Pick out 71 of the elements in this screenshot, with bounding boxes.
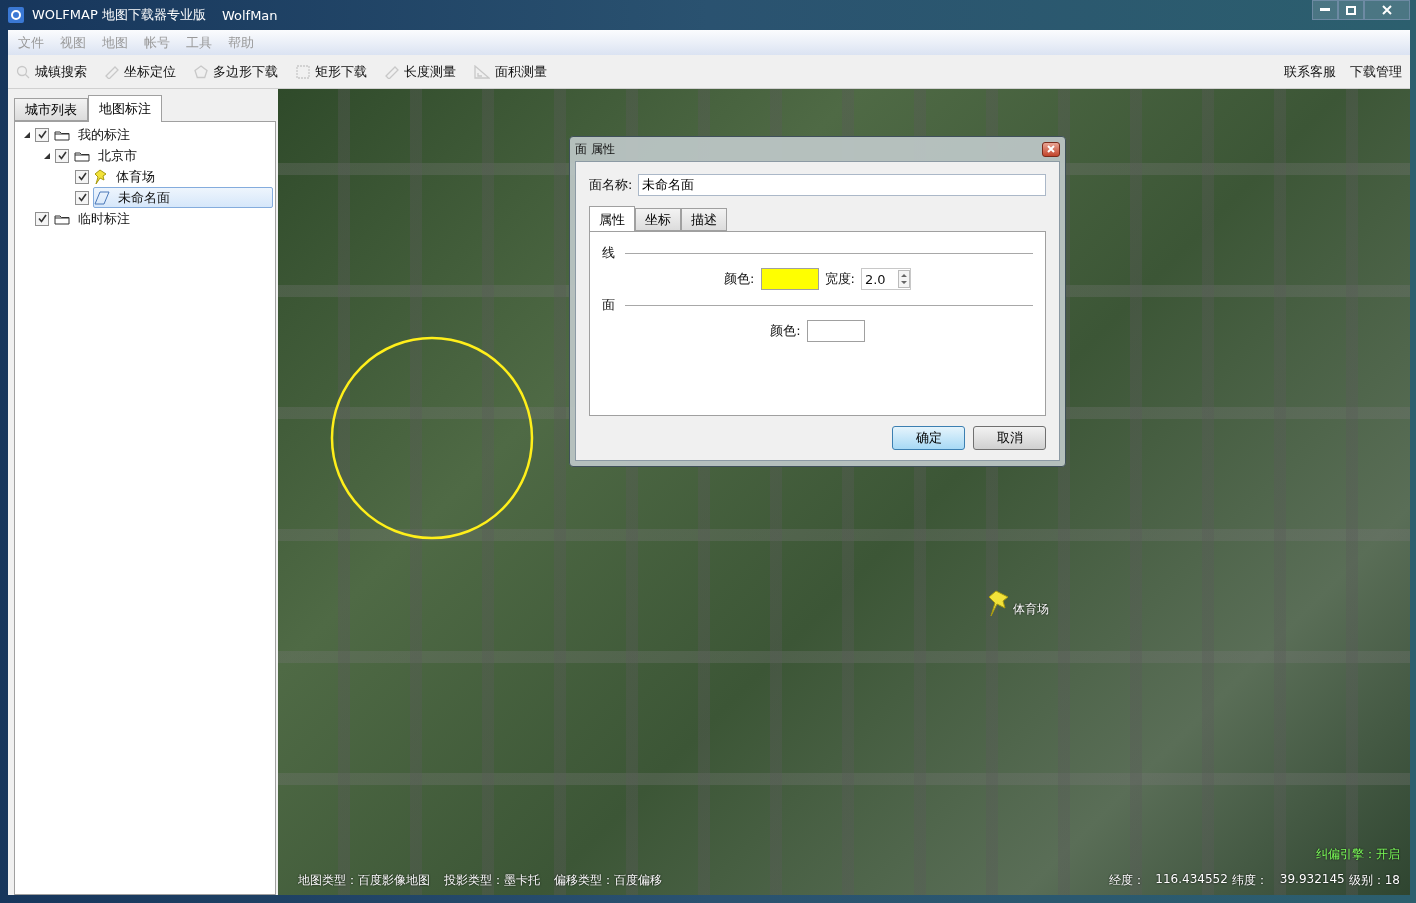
color-swatch[interactable] (806, 320, 865, 342)
checkbox[interactable] (35, 211, 49, 226)
checkbox[interactable] (55, 148, 69, 163)
checkbox[interactable] (75, 169, 89, 184)
tab[interactable]: 城市列表 (14, 98, 88, 121)
rectangle-icon (296, 64, 310, 79)
status-text: 级别：18 (1348, 872, 1400, 889)
folder-icon (74, 149, 90, 162)
section-title: 线 (602, 244, 615, 262)
cancel-button[interactable]: 取消 (973, 426, 1046, 450)
tree-item[interactable]: 体育场 (93, 166, 273, 187)
ok-button[interactable]: 确定 (892, 426, 965, 450)
status-text: 偏移类型：百度偏移 (554, 872, 662, 889)
toolbar-button[interactable]: 城镇搜索 (16, 62, 87, 81)
tree-item[interactable]: 未命名面 (93, 187, 273, 208)
engine-status: 纠偏引擎：开启 (1316, 846, 1400, 863)
field-label: 宽度: (824, 270, 855, 288)
ruler-icon (385, 64, 399, 79)
toolbar-button[interactable]: 矩形下载 (296, 62, 367, 81)
user-name: WolfMan (221, 7, 278, 23)
minimize-button[interactable] (1312, 0, 1338, 20)
field-label: 颜色: (724, 270, 755, 288)
toolbar-button[interactable]: 长度测量 (385, 62, 456, 81)
expand-arrow-icon[interactable] (23, 130, 31, 139)
pentagon-icon (194, 64, 208, 79)
color-swatch[interactable] (760, 268, 819, 290)
ruler-icon (105, 64, 119, 79)
folder-icon (54, 212, 70, 225)
spin-arrows-icon[interactable] (897, 270, 910, 288)
search-icon (16, 64, 30, 79)
close-icon (1047, 145, 1055, 153)
status-text: 116.434552 (1155, 872, 1228, 888)
dialog-title: 面 属性 (575, 140, 615, 158)
status-text: 地图类型：百度影像地图 (298, 872, 430, 889)
toolbar-button[interactable]: 联系客服 (1284, 62, 1336, 81)
close-icon (1382, 5, 1392, 15)
section-title: 面 (602, 296, 615, 314)
width-spinbox[interactable]: 2.0 (860, 268, 911, 290)
tab[interactable]: 地图标注 (88, 95, 162, 122)
close-button[interactable] (1042, 141, 1060, 157)
tree-item[interactable]: 临时标注 (53, 208, 273, 229)
name-field[interactable]: 未命名面 (638, 174, 1046, 196)
pushpin-icon (988, 589, 1010, 619)
tab[interactable]: 属性 (589, 206, 635, 232)
checkbox[interactable] (35, 127, 49, 142)
tab[interactable]: 坐标 (635, 208, 681, 231)
status-text: 投影类型：墨卡托 (444, 872, 540, 889)
window-title: WOLFMAP 地图下载器专业版 (32, 6, 206, 24)
expand-arrow-icon[interactable] (43, 151, 51, 160)
status-text: 纬度： (1231, 872, 1268, 889)
maximize-icon (1346, 5, 1356, 15)
tree-item[interactable]: 北京市 (73, 145, 273, 166)
toolbar-button[interactable]: 下载管理 (1350, 62, 1402, 81)
polygon-icon (94, 189, 110, 206)
close-button[interactable] (1364, 0, 1410, 20)
toolbar-button[interactable]: 坐标定位 (105, 62, 176, 81)
status-text: 39.932145 (1279, 872, 1345, 888)
toolbar-button[interactable]: 面积测量 (474, 62, 547, 81)
minimize-icon (1320, 8, 1330, 12)
status-text: 经度： (1109, 872, 1146, 889)
checkbox[interactable] (75, 190, 89, 205)
folder-icon (54, 128, 70, 141)
field-label: 颜色: (770, 322, 801, 340)
pushpin-icon (94, 168, 108, 185)
map-marker-label: 体育场 (1013, 601, 1049, 618)
tab[interactable]: 描述 (681, 208, 727, 231)
tree-item[interactable]: 我的标注 (53, 124, 273, 145)
app-logo-icon (8, 7, 24, 23)
field-label: 面名称: (589, 176, 633, 194)
maximize-button[interactable] (1338, 0, 1364, 20)
toolbar-button[interactable]: 多边形下载 (194, 62, 278, 81)
